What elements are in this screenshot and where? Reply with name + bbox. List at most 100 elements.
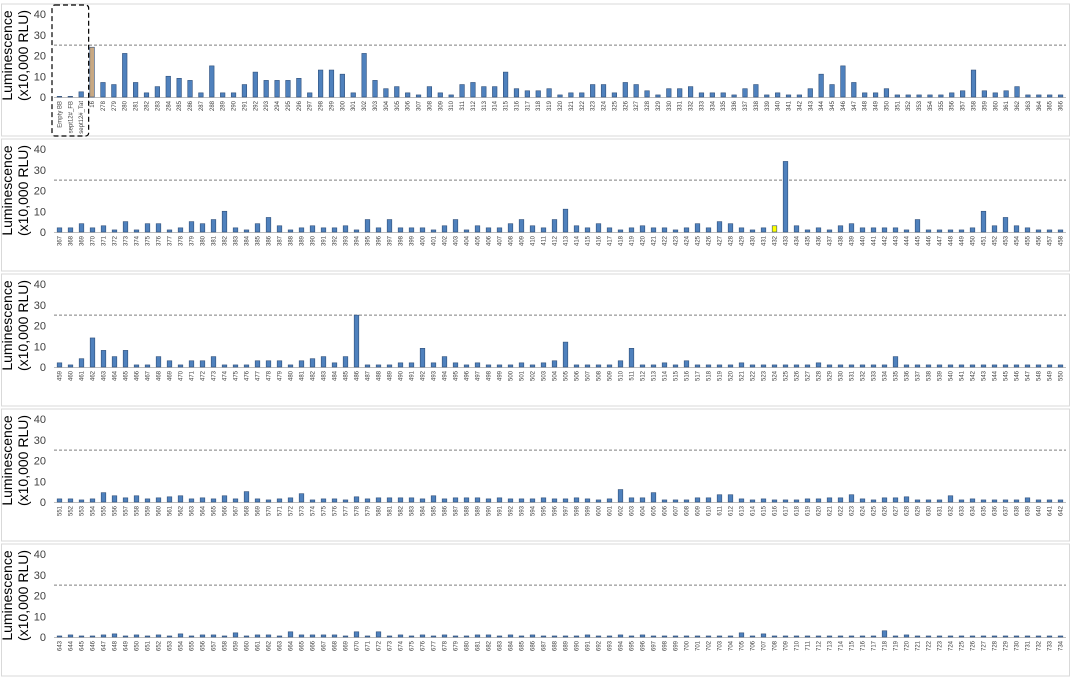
- bar-340: [775, 92, 781, 98]
- bar-306: [405, 92, 411, 98]
- x-tick-label: 386: [267, 235, 273, 246]
- bar-512: [639, 364, 646, 368]
- bar-731: [1024, 635, 1031, 638]
- x-tick-label: 516: [685, 370, 691, 381]
- x-tick-label: 426: [707, 235, 713, 246]
- bar-657: [210, 634, 217, 638]
- bar-293: [263, 80, 269, 98]
- x-tick-label: 685: [520, 640, 526, 651]
- x-tick-label: 359: [982, 100, 988, 111]
- bar-641: [1046, 499, 1053, 503]
- bar-485: [342, 356, 349, 368]
- bar-323: [590, 84, 596, 98]
- bar-416: [595, 223, 602, 233]
- y-tick-label: 20: [34, 186, 46, 198]
- bar-339: [764, 94, 770, 98]
- x-tick-label: 425: [696, 235, 702, 246]
- bar-682: [485, 634, 492, 638]
- bar-331: [677, 88, 683, 98]
- x-tick-label: 382: [223, 235, 229, 246]
- bar-597: [562, 498, 569, 503]
- bar-430: [749, 229, 756, 233]
- bar-458: [1057, 229, 1064, 233]
- x-tick-label: 542: [971, 370, 977, 381]
- bar-433: [782, 161, 789, 233]
- bar-381: [210, 219, 217, 233]
- bar-539: [936, 364, 943, 368]
- bar-282: [143, 92, 150, 98]
- x-tick-label: 514: [663, 370, 669, 381]
- bar-284: [165, 75, 171, 98]
- y-tick-label: 40: [34, 144, 46, 156]
- x-tick-label: 479: [278, 370, 284, 381]
- bar-578: [353, 496, 360, 503]
- x-tick-label: 656: [201, 640, 207, 651]
- x-tick-label: 410: [531, 235, 537, 246]
- x-tick-label: 527: [806, 370, 812, 381]
- bar-384: [243, 229, 250, 233]
- bar-283: [154, 86, 160, 98]
- x-tick-label: 317: [525, 100, 531, 111]
- bar-464: [111, 356, 118, 368]
- bar-548: [1035, 364, 1042, 368]
- bar-405: [474, 225, 481, 233]
- bar-642: [1057, 499, 1064, 503]
- x-tick-label: 619: [806, 505, 812, 516]
- bar-603: [628, 497, 635, 503]
- bar-710: [793, 635, 800, 638]
- bar-643: [56, 635, 63, 638]
- x-tick-label: 356: [950, 100, 956, 111]
- x-tick-label: 463: [102, 370, 108, 381]
- x-tick-label: 376: [157, 235, 163, 246]
- bar-671: [364, 635, 371, 638]
- x-tick-label: 545: [1004, 370, 1010, 381]
- x-tick-label: 338: [754, 100, 760, 111]
- bar-451: [980, 210, 987, 233]
- bar-475: [232, 364, 239, 368]
- x-tick-label: 589: [476, 505, 482, 516]
- y-axis-label: Luminescence(x10,000 RLU): [0, 10, 31, 101]
- bar-670: [353, 631, 360, 638]
- x-tick-label: 534: [883, 370, 889, 381]
- x-tick-label: 439: [850, 235, 856, 246]
- bar-478: [265, 360, 272, 368]
- x-tick-label: 303: [373, 100, 379, 111]
- x-tick-label: 471: [190, 370, 196, 381]
- bar-409: [518, 219, 525, 233]
- bar-528: [815, 362, 822, 368]
- x-tick-label: 725: [960, 640, 966, 651]
- bar-490: [397, 362, 404, 368]
- bar-352: [905, 94, 911, 98]
- x-tick-label: 532: [861, 370, 867, 381]
- x-tick-label: 727: [982, 640, 988, 651]
- x-tick-label: 647: [102, 640, 108, 651]
- x-tick-label: 667: [322, 640, 328, 651]
- bar-368: [67, 227, 74, 233]
- bar-511: [628, 348, 635, 368]
- x-tick-label: 394: [355, 235, 361, 246]
- x-tick-label: 354: [928, 100, 934, 111]
- x-tick-label: 422: [663, 235, 669, 246]
- bar-385: [254, 223, 261, 233]
- x-tick-label: 430: [751, 235, 757, 246]
- x-tick-label: 334: [710, 100, 716, 111]
- bar-301: [350, 92, 356, 98]
- bar-680: [463, 635, 470, 638]
- bar-357: [960, 90, 966, 98]
- bar-473: [210, 356, 217, 368]
- bar-714: [837, 635, 844, 638]
- panel-frame: [1, 3, 1070, 137]
- x-tick-label: 636: [993, 505, 999, 516]
- x-tick-label: 577: [344, 505, 350, 516]
- bar-363: [1025, 94, 1031, 98]
- x-tick-label: 469: [168, 370, 174, 381]
- bar-709: [782, 635, 789, 638]
- x-tick-label: 604: [641, 505, 647, 516]
- x-tick-label: 665: [300, 640, 306, 651]
- x-tick-label: 704: [729, 640, 735, 651]
- bar-532: [859, 364, 866, 368]
- x-tick-label: 482: [311, 370, 317, 381]
- x-tick-label: 281: [134, 100, 140, 111]
- x-tick-label: 454: [1015, 235, 1021, 246]
- bar-524: [771, 364, 778, 368]
